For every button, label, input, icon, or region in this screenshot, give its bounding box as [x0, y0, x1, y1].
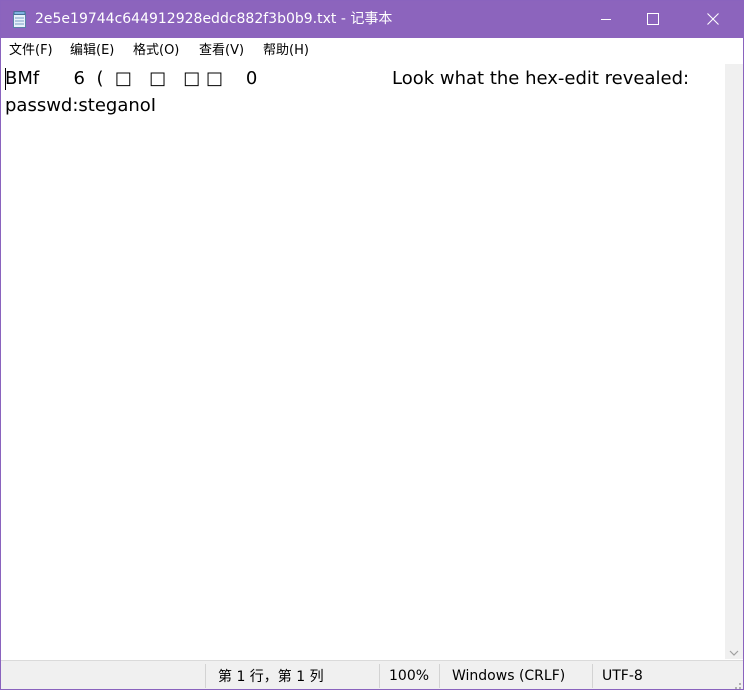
status-divider — [205, 664, 206, 688]
notepad-window: 2e5e19744c644912928eddc882f3b0b9.txt - 记… — [0, 0, 744, 690]
menu-bar: 文件(F) 编辑(E) 格式(O) 查看(V) 帮助(H) — [1, 38, 743, 64]
zoom-level: 100% — [389, 667, 430, 684]
encoding: UTF-8 — [602, 667, 643, 684]
resize-grip-icon[interactable] — [731, 678, 741, 689]
cursor-position: 第 1 行，第 1 列 — [218, 668, 324, 685]
notepad-icon — [12, 11, 28, 28]
title-bar[interactable]: 2e5e19744c644912928eddc882f3b0b9.txt - 记… — [1, 1, 743, 38]
window-title: 2e5e19744c644912928eddc882f3b0b9.txt - 记… — [35, 11, 393, 27]
scroll-down-button[interactable] — [725, 641, 743, 659]
maximize-icon — [647, 10, 659, 29]
document-line-1-left: BMf 6 ( □ □ □ □ 0 — [5, 68, 258, 89]
vertical-scrollbar[interactable] — [725, 64, 743, 659]
menu-format[interactable]: 格式(O) — [133, 42, 179, 60]
document-line-1-right: Look what the hex-edit revealed: — [392, 68, 690, 89]
menu-view[interactable]: 查看(V) — [199, 42, 244, 60]
line-ending: Windows (CRLF) — [452, 667, 566, 684]
menu-file[interactable]: 文件(F) — [9, 42, 53, 60]
scroll-down-arrow-icon — [729, 641, 739, 660]
close-icon — [707, 10, 719, 29]
status-bar: 第 1 行，第 1 列 100% Windows (CRLF) UTF-8 — [1, 660, 743, 689]
status-divider — [379, 664, 380, 688]
document-line-2: passwd:steganoI — [5, 95, 157, 116]
text-editor-area[interactable]: BMf 6 ( □ □ □ □ 0 Look what the hex-edit… — [1, 64, 725, 659]
maximize-button[interactable] — [630, 1, 676, 38]
status-divider — [592, 664, 593, 688]
menu-edit[interactable]: 编辑(E) — [70, 42, 114, 60]
menu-help[interactable]: 帮助(H) — [263, 42, 309, 60]
close-button[interactable] — [690, 1, 736, 38]
status-divider — [439, 664, 440, 688]
minimize-button[interactable] — [583, 1, 629, 38]
minimize-icon — [600, 10, 612, 29]
